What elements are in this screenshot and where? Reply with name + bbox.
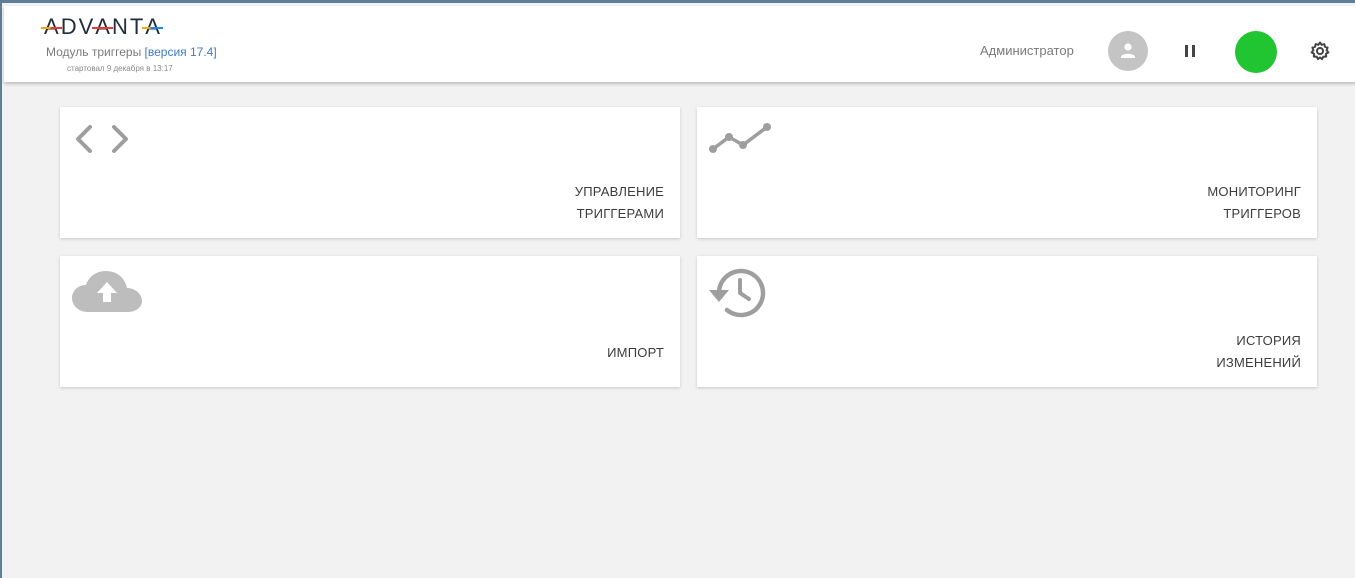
tile-label: ИМПОРТ (607, 342, 664, 364)
tile-label-line: ТРИГГЕРОВ (1223, 206, 1301, 221)
tile-label: МОНИТОРИНГ ТРИГГЕРОВ (1207, 181, 1301, 225)
logo-letter: N (111, 14, 130, 39)
tile-label-line: МОНИТОРИНГ (1207, 184, 1301, 199)
logo-letter: A (41, 14, 62, 40)
code-brackets-icon (70, 119, 134, 164)
user-name[interactable]: Администратор (980, 43, 1074, 58)
pause-icon (1185, 45, 1195, 57)
version-link[interactable]: [версия 17.4] (145, 45, 217, 59)
history-icon (707, 268, 773, 329)
gear-icon (1310, 41, 1330, 61)
app-header: A D V A N T A Модуль триггеры [версия 17… (4, 6, 1355, 82)
started-timestamp: стартовал 9 декабря в 13:17 (67, 64, 173, 73)
line-chart-icon (707, 119, 773, 164)
logo-letter: D (60, 14, 79, 39)
tile-label: ИСТОРИЯ ИЗМЕНЕНИЙ (1216, 330, 1301, 374)
advanta-logo[interactable]: A D V A N T A (41, 14, 163, 40)
tile-trigger-management[interactable]: УПРАВЛЕНИЕ ТРИГГЕРАМИ (60, 107, 680, 238)
tile-label-line: ИМПОРТ (607, 345, 664, 360)
status-indicator[interactable] (1235, 31, 1277, 73)
tile-label-line: ИЗМЕНЕНИЙ (1216, 355, 1301, 370)
settings-button[interactable] (1309, 40, 1331, 62)
cloud-upload-icon (70, 268, 144, 323)
tile-label-line: ИСТОРИЯ (1236, 333, 1301, 348)
pause-button[interactable] (1180, 41, 1200, 61)
logo-letter: A (92, 14, 113, 40)
module-info: Модуль триггеры [версия 17.4] (46, 45, 217, 59)
app-frame: A D V A N T A Модуль триггеры [версия 17… (0, 0, 1355, 578)
logo-letter: A (142, 14, 163, 40)
tile-label: УПРАВЛЕНИЕ ТРИГГЕРАМИ (575, 181, 664, 225)
tile-label-line: УПРАВЛЕНИЕ (574, 184, 664, 199)
person-icon (1121, 43, 1135, 58)
module-name: Модуль триггеры (46, 45, 145, 59)
tile-trigger-monitoring[interactable]: МОНИТОРИНГ ТРИГГЕРОВ (697, 107, 1317, 238)
tile-import[interactable]: ИМПОРТ (60, 256, 680, 387)
tile-change-history[interactable]: ИСТОРИЯ ИЗМЕНЕНИЙ (697, 256, 1317, 387)
avatar[interactable] (1108, 31, 1148, 71)
tile-label-line: ТРИГГЕРАМИ (576, 206, 664, 221)
